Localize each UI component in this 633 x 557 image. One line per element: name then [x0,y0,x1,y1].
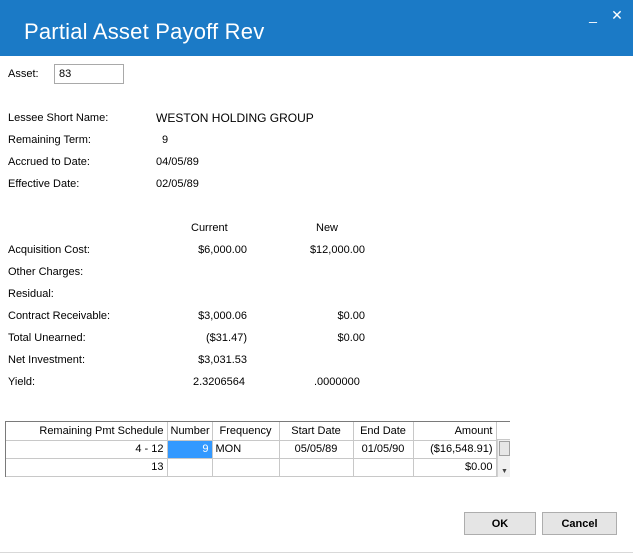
end-date-cell[interactable] [353,458,414,477]
contract-receivable-label: Contract Receivable: [8,310,111,322]
total-unearned-label: Total Unearned: [8,332,86,344]
start-date-cell[interactable]: 05/05/89 [279,440,354,459]
yield-label: Yield: [8,376,36,388]
title-bar: Partial Asset Payoff Rev _ ✕ [0,0,633,56]
payment-schedule-grid: Remaining Pmt Schedule Number Frequency … [5,421,510,477]
accrued-label: Accrued to Date: [8,156,90,168]
column-header-schedule[interactable]: Remaining Pmt Schedule [6,422,168,441]
column-header-frequency[interactable]: Frequency [212,422,280,441]
net-investment-label: Net Investment: [8,354,86,366]
column-header-amount[interactable]: Amount [413,422,497,441]
asset-input[interactable] [54,64,124,84]
total-unearned-current: ($31.47) [206,332,247,344]
cancel-button[interactable]: Cancel [542,512,617,535]
grid-header-filler [497,422,510,440]
grid-vertical-scrollbar[interactable]: ▼ [497,440,510,477]
amount-cell[interactable]: ($16,548.91) [413,440,497,459]
current-header: Current [191,222,228,234]
contract-receivable-current: $3,000.06 [198,310,247,322]
term-label: Remaining Term: [8,134,91,146]
column-header-start-date[interactable]: Start Date [279,422,354,441]
table-row: 13 $0.00 [6,458,497,477]
ok-button[interactable]: OK [464,512,536,535]
effective-label: Effective Date: [8,178,80,190]
acquisition-cost-current: $6,000.00 [198,244,247,256]
frequency-cell[interactable] [212,458,280,477]
minimize-icon[interactable]: _ [584,6,602,24]
frequency-cell[interactable]: MON [212,440,280,459]
column-header-number[interactable]: Number [167,422,213,441]
lessee-value: WESTON HOLDING GROUP [156,111,314,125]
table-row: 4 - 12 9 MON 05/05/89 01/05/90 ($16,548.… [6,440,497,459]
contract-receivable-new: $0.00 [337,310,365,322]
bottom-divider [0,552,633,553]
effective-value: 02/05/89 [156,178,199,190]
amount-cell[interactable]: $0.00 [413,458,497,477]
total-unearned-new: $0.00 [337,332,365,344]
number-cell[interactable] [167,458,213,477]
term-value: 9 [162,134,169,146]
end-date-cell[interactable]: 01/05/90 [353,440,414,459]
residual-label: Residual: [8,288,54,300]
acquisition-cost-new: $12,000.00 [309,244,365,256]
window-title: Partial Asset Payoff Rev [24,19,265,44]
column-header-end-date[interactable]: End Date [353,422,414,441]
close-icon[interactable]: ✕ [608,6,626,24]
lessee-label: Lessee Short Name: [8,112,109,124]
schedule-cell[interactable]: 4 - 12 [6,440,168,459]
net-investment-current: $3,031.53 [198,354,247,366]
scroll-down-icon[interactable]: ▼ [498,468,511,475]
new-header: New [316,222,339,234]
acquisition-cost-label: Acquisition Cost: [8,244,90,256]
scrollbar-thumb[interactable] [499,441,510,456]
number-cell[interactable]: 9 [167,440,213,459]
schedule-cell[interactable]: 13 [6,458,168,477]
accrued-value: 04/05/89 [156,156,199,168]
other-charges-label: Other Charges: [8,266,84,278]
grid-header-row: Remaining Pmt Schedule Number Frequency … [6,422,497,441]
yield-new: .0000000 [314,376,360,388]
yield-current: 2.3206564 [193,376,245,388]
asset-label: Asset: [8,68,39,80]
start-date-cell[interactable] [279,458,354,477]
